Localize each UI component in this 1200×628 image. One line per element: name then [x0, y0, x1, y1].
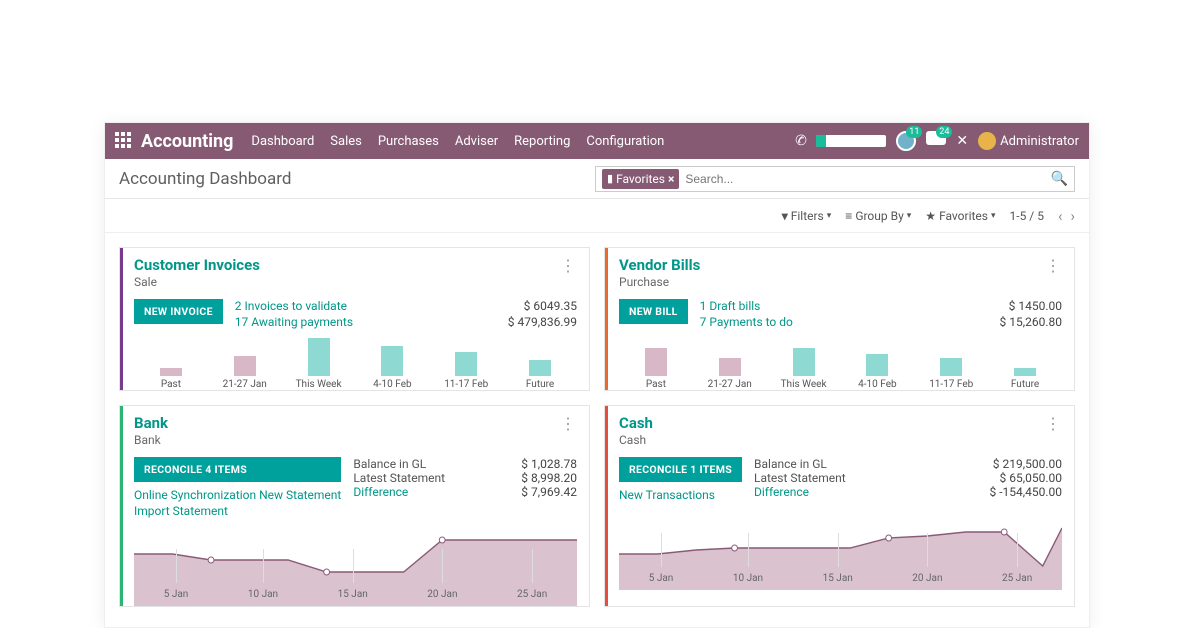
card-customer-invoices: Customer Invoices Sale ⋮ NEW INVOICE 2 I… — [119, 247, 590, 391]
search-bar[interactable]: ▮ Favorites × 🔍 — [595, 166, 1075, 192]
card-subtitle: Cash — [619, 433, 653, 447]
link-new-transactions[interactable]: New Transactions — [619, 488, 742, 502]
card-menu-icon[interactable]: ⋮ — [560, 256, 577, 289]
link-invoices-validate[interactable]: 2 Invoices to validate — [235, 299, 353, 313]
nav-dashboard[interactable]: Dashboard — [251, 134, 314, 149]
main-nav: Dashboard Sales Purchases Adviser Report… — [251, 134, 664, 149]
card-subtitle: Purchase — [619, 275, 700, 289]
cash-line-chart: 5 Jan10 Jan15 Jan20 Jan25 Jan — [619, 510, 1062, 590]
card-menu-icon[interactable]: ⋮ — [560, 414, 577, 447]
pager-prev[interactable]: ‹ — [1058, 207, 1063, 225]
card-subtitle: Bank — [134, 433, 168, 447]
progress-bar — [816, 135, 886, 147]
card-subtitle: Sale — [134, 275, 260, 289]
nav-adviser[interactable]: Adviser — [455, 134, 498, 149]
card-menu-icon[interactable]: ⋮ — [1045, 256, 1062, 289]
favorites-button[interactable]: ★Favorites▾ — [925, 209, 995, 223]
nav-purchases[interactable]: Purchases — [378, 134, 439, 149]
dashboard-grid: Customer Invoices Sale ⋮ NEW INVOICE 2 I… — [105, 233, 1089, 621]
search-input[interactable] — [685, 172, 1050, 186]
nav-sales[interactable]: Sales — [330, 134, 362, 149]
link-payments-todo[interactable]: 7 Payments to do — [700, 315, 793, 329]
link-awaiting-payments[interactable]: 17 Awaiting payments — [235, 315, 353, 329]
filters-button[interactable]: ▾Filters▾ — [782, 209, 832, 223]
activities-icon[interactable]: 11 — [896, 131, 916, 151]
card-title[interactable]: Bank — [134, 414, 168, 432]
new-invoice-button[interactable]: NEW INVOICE — [134, 299, 223, 324]
bills-bar-chart: Past 21-27 Jan This Week 4-10 Feb 11-17 … — [619, 335, 1062, 390]
messages-icon[interactable]: 24 — [926, 131, 946, 151]
top-bar: Accounting Dashboard Sales Purchases Adv… — [105, 123, 1089, 159]
link-draft-bills[interactable]: 1 Draft bills — [700, 299, 793, 313]
phone-icon[interactable]: ✆ — [793, 132, 807, 150]
chip-remove-icon[interactable]: × — [668, 172, 674, 186]
page-title: Accounting Dashboard — [119, 169, 291, 189]
avatar — [978, 132, 996, 150]
sub-header: Accounting Dashboard ▮ Favorites × 🔍 — [105, 159, 1089, 199]
pager-next[interactable]: › — [1070, 207, 1075, 225]
bank-line-chart: 5 Jan10 Jan15 Jan20 Jan25 Jan — [134, 526, 577, 606]
nav-configuration[interactable]: Configuration — [586, 134, 664, 149]
new-bill-button[interactable]: NEW BILL — [619, 299, 688, 324]
reconcile-bank-button[interactable]: RECONCILE 4 ITEMS — [134, 457, 341, 482]
brand: Accounting — [141, 131, 233, 152]
card-cash: Cash Cash ⋮ RECONCILE 1 ITEMS New Transa… — [604, 405, 1075, 607]
groupby-button[interactable]: ≡Group By▾ — [845, 209, 911, 223]
card-vendor-bills: Vendor Bills Purchase ⋮ NEW BILL 1 Draft… — [604, 247, 1075, 391]
pager-text: 1-5 / 5 — [1010, 209, 1044, 223]
card-menu-icon[interactable]: ⋮ — [1045, 414, 1062, 447]
nav-reporting[interactable]: Reporting — [514, 134, 570, 149]
debug-icon[interactable]: ✕ — [956, 133, 968, 149]
card-title[interactable]: Vendor Bills — [619, 256, 700, 274]
invoices-bar-chart: Past 21-27 Jan This Week 4-10 Feb 11-17 … — [134, 335, 577, 390]
reconcile-cash-button[interactable]: RECONCILE 1 ITEMS — [619, 457, 742, 482]
link-online-sync[interactable]: Online Synchronization New Statement — [134, 488, 341, 502]
search-toolbar: ▾Filters▾ ≡Group By▾ ★Favorites▾ 1-5 / 5… — [105, 199, 1089, 233]
apps-icon[interactable] — [115, 132, 133, 150]
user-menu[interactable]: Administrator — [978, 132, 1079, 150]
card-title[interactable]: Customer Invoices — [134, 256, 260, 274]
card-bank: Bank Bank ⋮ RECONCILE 4 ITEMS Online Syn… — [119, 405, 590, 607]
link-import-statement[interactable]: Import Statement — [134, 504, 341, 518]
card-title[interactable]: Cash — [619, 414, 653, 432]
search-icon[interactable]: 🔍 — [1051, 171, 1068, 187]
favorites-chip[interactable]: ▮ Favorites × — [602, 169, 679, 189]
